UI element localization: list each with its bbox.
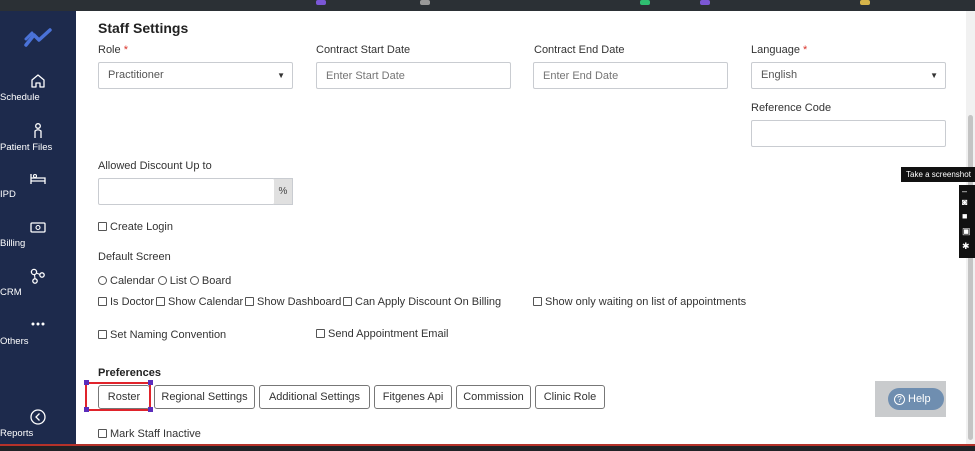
tab-chip	[860, 0, 870, 5]
contract-end-field[interactable]	[533, 62, 728, 89]
show-dashboard-checkbox[interactable]: Show Dashboard	[245, 296, 341, 308]
sidebar-item-label: Reports	[0, 428, 34, 439]
create-login-checkbox[interactable]: Create Login	[98, 221, 173, 233]
chevron-down-icon: ▼	[930, 71, 938, 80]
role-label: Role *	[98, 44, 128, 56]
scrollbar-thumb[interactable]	[968, 115, 973, 440]
help-button[interactable]: ? Help	[888, 388, 944, 410]
reference-code-label: Reference Code	[751, 102, 832, 114]
contract-start-input[interactable]	[326, 63, 501, 88]
radio-list[interactable]: List	[157, 275, 187, 287]
home-icon	[31, 74, 45, 88]
mark-inactive-checkbox[interactable]: Mark Staff Inactive	[98, 428, 201, 440]
camera-icon[interactable]: ◙	[962, 198, 972, 207]
gear-icon[interactable]: ✱	[962, 242, 972, 251]
percent-addon: %	[274, 178, 293, 205]
commission-button[interactable]: Commission	[456, 385, 531, 409]
tab-chip	[316, 0, 326, 5]
contract-start-field[interactable]	[316, 62, 511, 89]
app-logo-icon[interactable]	[24, 27, 52, 49]
selection-highlight	[85, 382, 151, 411]
taskbar-strip	[0, 444, 975, 451]
selection-handle[interactable]	[148, 407, 153, 412]
sidebar-item-label: Others	[0, 336, 29, 347]
video-icon[interactable]: ■	[962, 212, 972, 221]
is-doctor-checkbox[interactable]: Is Doctor	[98, 296, 154, 308]
role-value: Practitioner	[108, 69, 164, 81]
question-icon: ?	[894, 394, 905, 405]
more-dots-icon	[31, 322, 45, 326]
fitgenes-api-button[interactable]: Fitgenes Api	[374, 385, 452, 409]
tab-chip	[640, 0, 650, 5]
reference-code-field[interactable]	[751, 120, 946, 147]
show-waiting-checkbox[interactable]: Show only waiting on list of appointment…	[533, 296, 746, 308]
sidebar-item-label: CRM	[0, 287, 22, 298]
crm-nodes-icon	[30, 268, 45, 284]
show-calendar-checkbox[interactable]: Show Calendar	[156, 296, 243, 308]
preferences-heading: Preferences	[98, 367, 161, 379]
discount-input[interactable]	[108, 179, 265, 204]
sidebar-item-label: Patient Files	[0, 142, 53, 153]
contract-end-label: Contract End Date	[534, 44, 625, 56]
selection-handle[interactable]	[84, 380, 89, 385]
default-screen-label: Default Screen	[98, 251, 171, 263]
regional-settings-button[interactable]: Regional Settings	[154, 385, 255, 409]
language-select[interactable]: English ▼	[751, 62, 946, 89]
minus-icon[interactable]: –	[962, 187, 972, 196]
send-email-checkbox[interactable]: Send Appointment Email	[316, 328, 448, 340]
radio-calendar[interactable]: Calendar	[98, 275, 155, 287]
checkbox-box[interactable]	[98, 222, 107, 231]
default-screen-radio-group: Calendar List Board	[98, 275, 231, 287]
selection-handle[interactable]	[84, 407, 89, 412]
help-widget: ? Help	[875, 381, 946, 417]
screenshot-toolbar: – ◙ ■ ▣ ✱	[959, 185, 975, 258]
radio-board[interactable]: Board	[189, 275, 231, 287]
language-value: English	[761, 69, 798, 81]
reference-code-input[interactable]	[761, 121, 936, 146]
sidebar-item-label: IPD	[0, 189, 16, 200]
sidebar-item-schedule[interactable]: Schedule	[0, 72, 76, 103]
contract-start-label: Contract Start Date	[316, 44, 411, 56]
role-select[interactable]: Practitioner ▼	[98, 62, 293, 89]
sidebar-item-crm[interactable]: CRM	[0, 267, 76, 298]
sidebar-item-label: Billing	[0, 238, 26, 249]
copy-icon[interactable]: ▣	[962, 227, 972, 236]
tab-chip	[420, 0, 430, 5]
apply-discount-checkbox[interactable]: Can Apply Discount On Billing	[343, 296, 501, 308]
sidebar: Schedule Patient Files IPD Billing CRM O…	[0, 11, 76, 444]
page-title: Staff Settings	[98, 20, 189, 36]
tab-chip	[700, 0, 710, 5]
language-label: Language *	[751, 44, 808, 56]
discount-field[interactable]	[98, 178, 275, 205]
reports-icon	[30, 409, 46, 425]
screenshot-tooltip: Take a screenshot	[901, 167, 975, 182]
additional-settings-button[interactable]: Additional Settings	[259, 385, 370, 409]
discount-label: Allowed Discount Up to	[98, 160, 212, 172]
selection-handle[interactable]	[148, 380, 153, 385]
sidebar-item-ipd[interactable]: IPD	[0, 169, 76, 200]
sidebar-item-label: Schedule	[0, 92, 40, 103]
help-label: Help	[908, 393, 931, 405]
sidebar-item-billing[interactable]: Billing	[0, 218, 76, 249]
bed-icon	[30, 173, 46, 184]
chevron-down-icon: ▼	[277, 71, 285, 80]
clinic-role-button[interactable]: Clinic Role	[535, 385, 605, 409]
naming-convention-checkbox[interactable]: Set Naming Convention	[98, 329, 226, 341]
sidebar-item-reports[interactable]: Reports	[0, 408, 76, 439]
cash-icon	[30, 222, 46, 233]
person-icon	[34, 123, 42, 138]
sidebar-item-patient-files[interactable]: Patient Files	[0, 122, 76, 153]
sidebar-item-others[interactable]: Others	[0, 316, 76, 347]
contract-end-input[interactable]	[543, 63, 718, 88]
create-login-label: Create Login	[110, 221, 173, 233]
top-window-strip	[0, 0, 975, 11]
